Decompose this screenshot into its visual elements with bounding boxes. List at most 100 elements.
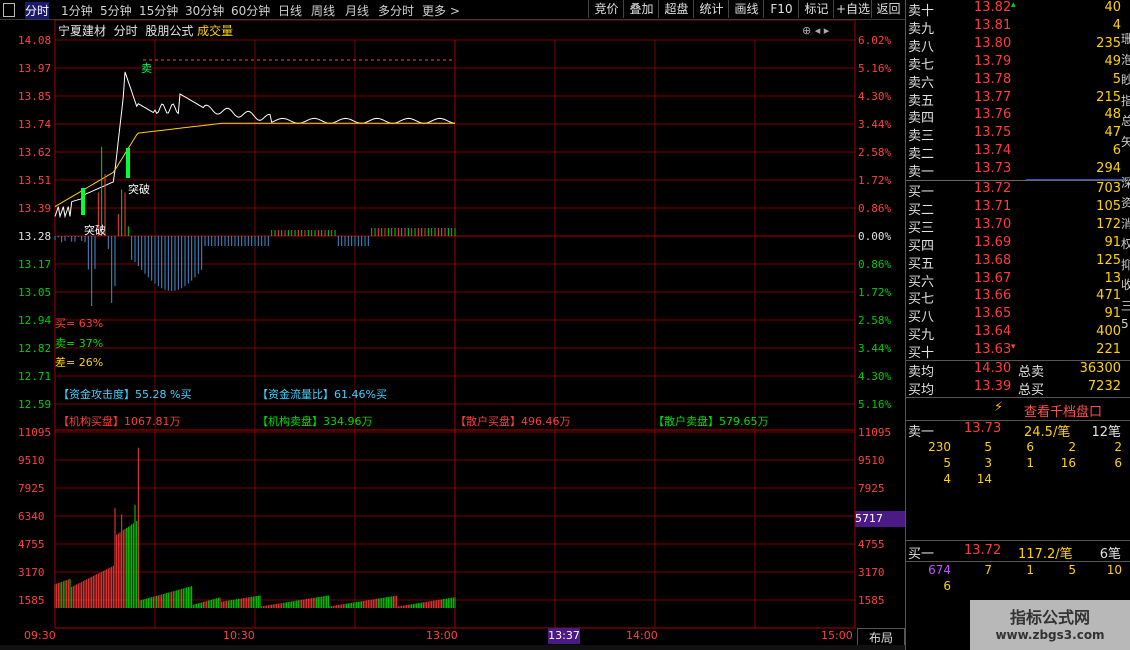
volume-cursor-value: 5717	[855, 511, 905, 527]
tab-more[interactable]: 更多 >	[422, 2, 460, 19]
stats-button[interactable]: 统计	[693, 0, 729, 18]
intraday-chart[interactable]	[0, 20, 905, 650]
chart-mode: 分时	[113, 24, 138, 38]
bid-row[interactable]: 买八 13.65 91	[906, 306, 1121, 325]
volume-axis-label: 3170	[18, 566, 45, 579]
price-axis-label: 14.08	[18, 34, 52, 47]
layout-button[interactable]: 布局	[857, 628, 905, 646]
retail-sell-metric: 【散户卖盘】579.65万	[653, 415, 769, 428]
queue-order-size: 6	[943, 579, 951, 593]
super-order-button[interactable]: 超盘	[658, 0, 694, 18]
ask-row[interactable]: 卖一 13.73 294	[906, 161, 1121, 180]
queue-order-size: 5	[943, 456, 951, 470]
mark-button[interactable]: 标记	[798, 0, 834, 18]
add-watchlist-button[interactable]: +自选	[833, 0, 872, 18]
bid-row[interactable]: 买七 13.66 471	[906, 288, 1121, 307]
institution-sell-metric: 【机构卖盘】334.96万	[257, 415, 373, 428]
bid-row[interactable]: 买一 13.72 703	[906, 181, 1121, 200]
panel-toggle-icon[interactable]	[3, 3, 15, 17]
tick-down-icon: ▾	[1011, 342, 1016, 353]
stock-name: 宁夏建材	[58, 24, 107, 38]
avg-sell-row: 卖均 14.30 总卖 36300	[908, 361, 1121, 380]
tab-intraday[interactable]: 分时	[25, 2, 50, 19]
ask-row[interactable]: 卖七 13.79 49	[906, 54, 1121, 73]
breakout-marker	[126, 148, 130, 178]
tab-5min[interactable]: 5分钟	[100, 2, 132, 19]
collapse-icon[interactable]: ◂	[815, 24, 821, 37]
tab-15min[interactable]: 15分钟	[139, 2, 178, 19]
side-panel-char: 三	[1121, 298, 1130, 313]
draw-line-button[interactable]: 画线	[728, 0, 764, 18]
volume-axis-label: 9510	[18, 454, 45, 467]
ask-row[interactable]: 卖五 13.77 215	[906, 90, 1121, 109]
auction-button[interactable]: 竞价	[588, 0, 624, 18]
tab-multi-day[interactable]: 多分时	[378, 2, 414, 19]
bid-row[interactable]: 买九 13.64 400	[906, 324, 1121, 343]
back-button[interactable]: 返回	[871, 0, 905, 18]
pct-axis-label: 2.58%	[858, 146, 892, 159]
formula-name: 股朋公式	[145, 24, 194, 38]
pct-axis-label: 4.30%	[858, 90, 892, 103]
volume-axis-label: 7925	[18, 482, 45, 495]
volume-indicator-label: 成交量	[197, 24, 234, 38]
capital-flow-metric: 【资金流量比】61.46%买	[257, 388, 387, 401]
queue-order-size: 2	[1114, 440, 1122, 454]
pct-axis-label: 3.44%	[858, 342, 892, 355]
pct-axis-label: 3.44%	[858, 118, 892, 131]
volume-axis-label: 4755	[858, 538, 885, 551]
price-axis-label: 12.71	[18, 370, 52, 383]
bid-row[interactable]: 买二 13.71 105	[906, 199, 1121, 218]
buy-ratio: 买= 63%	[55, 317, 104, 330]
ask-row[interactable]: 卖十 13.82 40 ▴	[906, 0, 1121, 19]
tab-weekly[interactable]: 周线	[311, 2, 335, 19]
tab-daily[interactable]: 日线	[278, 2, 302, 19]
queue-order-size: 14	[976, 472, 992, 486]
overlay-button[interactable]: 叠加	[623, 0, 659, 18]
price-axis-label: 13.39	[18, 202, 52, 215]
tick-up-icon: ▴	[1011, 0, 1016, 10]
depth-bar: ⚡ 查看千档盘口	[906, 398, 1130, 420]
pct-axis-label: 6.02%	[858, 34, 892, 47]
queue-order-size: 230	[928, 440, 951, 454]
avg-buy-row: 买均 13.39 总买 7232	[908, 379, 1121, 398]
sell-ratio: 卖= 37%	[55, 337, 104, 350]
queue-order-size: 3	[984, 456, 992, 470]
bid-row[interactable]: 买五 13.68 125	[906, 253, 1121, 272]
time-label-1300: 13:00	[426, 629, 458, 642]
settings-icon[interactable]: ⊕	[802, 24, 811, 37]
queue-order-size: 10	[1106, 563, 1122, 577]
f10-button[interactable]: F10	[763, 0, 799, 18]
bid-row[interactable]: 买六 13.67 13	[906, 271, 1121, 290]
chart-header: 宁夏建材 分时 股朋公式 成交量	[58, 22, 233, 39]
side-panel-char: 抑	[1121, 257, 1130, 272]
tab-30min[interactable]: 30分钟	[185, 2, 224, 19]
side-panel-char: 资	[1121, 196, 1130, 210]
price-axis-label: 12.82	[18, 342, 52, 355]
ask-row[interactable]: 卖四 13.76 48	[906, 107, 1121, 126]
volume-axis-label: 11095	[858, 426, 892, 439]
price-axis-label: 13.97	[18, 62, 52, 75]
tab-1min[interactable]: 1分钟	[61, 2, 93, 19]
ask-row[interactable]: 卖八 13.80 235	[906, 36, 1121, 55]
ask-row[interactable]: 卖三 13.75 47	[906, 125, 1121, 144]
bid-row[interactable]: 买四 13.69 91	[906, 235, 1121, 254]
queue-order-size: 4	[943, 472, 951, 486]
side-panel-char: 眇	[1121, 73, 1130, 87]
ask-row[interactable]: 卖二 13.74 6	[906, 143, 1121, 162]
pct-axis-label: 5.16%	[858, 398, 892, 411]
price-axis-label: 12.59	[18, 398, 52, 411]
ask-row[interactable]: 卖六 13.78 5	[906, 72, 1121, 91]
volume-axis-label: 7925	[858, 482, 885, 495]
tab-monthly[interactable]: 月线	[345, 2, 369, 19]
bid-row[interactable]: 买三 13.70 172	[906, 217, 1121, 236]
bid-row[interactable]: 买十 13.63 221 ▾	[906, 342, 1121, 361]
tab-60min[interactable]: 60分钟	[231, 2, 270, 19]
expand-icon[interactable]: ▸	[824, 24, 830, 37]
pct-axis-label: 0.00%	[858, 230, 892, 243]
time-label-1030: 10:30	[223, 629, 255, 642]
view-full-depth-button[interactable]: 查看千档盘口	[1024, 401, 1102, 420]
queue-order-size: 5	[1068, 563, 1076, 577]
ask-row[interactable]: 卖九 13.81 4	[906, 18, 1121, 37]
volume-axis-label: 1585	[858, 594, 885, 607]
side-panel-char: 消	[1121, 216, 1130, 231]
